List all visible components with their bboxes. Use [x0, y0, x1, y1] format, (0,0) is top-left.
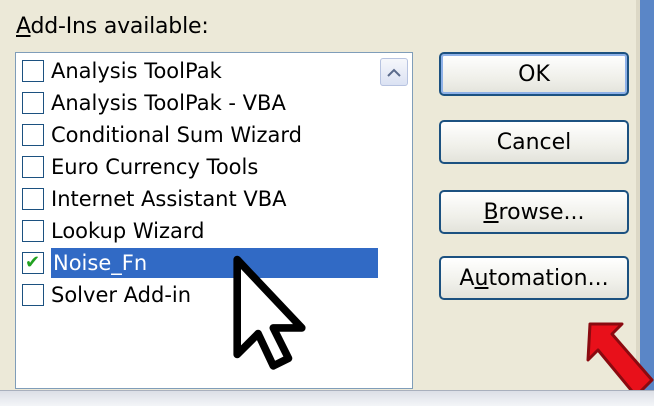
scroll-up-button[interactable]: [380, 58, 408, 86]
addin-item-noise-fn[interactable]: ✔ Noise_Fn: [22, 247, 378, 279]
selection-highlight: Noise_Fn: [51, 248, 378, 278]
add-ins-available-label: Add-Ins available:: [16, 14, 209, 39]
addin-item-lookup-wizard[interactable]: Lookup Wizard: [22, 215, 204, 247]
checkbox-checked[interactable]: ✔: [22, 252, 44, 274]
addin-item-analysis-toolpak[interactable]: Analysis ToolPak: [22, 55, 222, 87]
addin-label: Lookup Wizard: [51, 219, 205, 243]
taskbar-edge: [0, 390, 654, 406]
checkbox[interactable]: [22, 124, 44, 146]
addin-label: Analysis ToolPak - VBA: [51, 91, 286, 115]
add-ins-listbox[interactable]: Analysis ToolPak Analysis ToolPak - VBA …: [15, 52, 413, 389]
addin-label: Conditional Sum Wizard: [51, 123, 302, 147]
mouse-pointer-icon: [233, 255, 306, 370]
checkbox-checked-icon: ✔: [25, 252, 41, 273]
checkbox[interactable]: [22, 284, 44, 306]
browse-button[interactable]: Browse...: [439, 190, 629, 234]
addin-label: Noise_Fn: [53, 251, 148, 275]
add-ins-dialog: Add-Ins available: Analysis ToolPak Anal…: [0, 0, 654, 406]
checkbox[interactable]: [22, 60, 44, 82]
addin-item-solver-add-in[interactable]: Solver Add-in: [22, 279, 191, 311]
addin-label: Euro Currency Tools: [51, 155, 259, 179]
addin-item-euro-currency-tools[interactable]: Euro Currency Tools: [22, 151, 258, 183]
addin-item-analysis-toolpak-vba[interactable]: Analysis ToolPak - VBA: [22, 87, 286, 119]
checkbox[interactable]: [22, 92, 44, 114]
automation-button[interactable]: Au tomation...: [439, 256, 629, 300]
checkbox[interactable]: [22, 188, 44, 210]
checkbox[interactable]: [22, 156, 44, 178]
addin-item-internet-assistant-vba[interactable]: Internet Assistant VBA: [22, 183, 287, 215]
addin-label: Internet Assistant VBA: [51, 187, 287, 211]
ok-button[interactable]: OK: [439, 52, 629, 96]
cancel-button[interactable]: Cancel: [439, 120, 629, 164]
addin-label: Analysis ToolPak: [51, 59, 222, 83]
addin-item-conditional-sum-wizard[interactable]: Conditional Sum Wizard: [22, 119, 302, 151]
scroll-up-arrow-icon: [387, 68, 401, 77]
addin-label: Solver Add-in: [51, 283, 192, 307]
checkbox[interactable]: [22, 220, 44, 242]
